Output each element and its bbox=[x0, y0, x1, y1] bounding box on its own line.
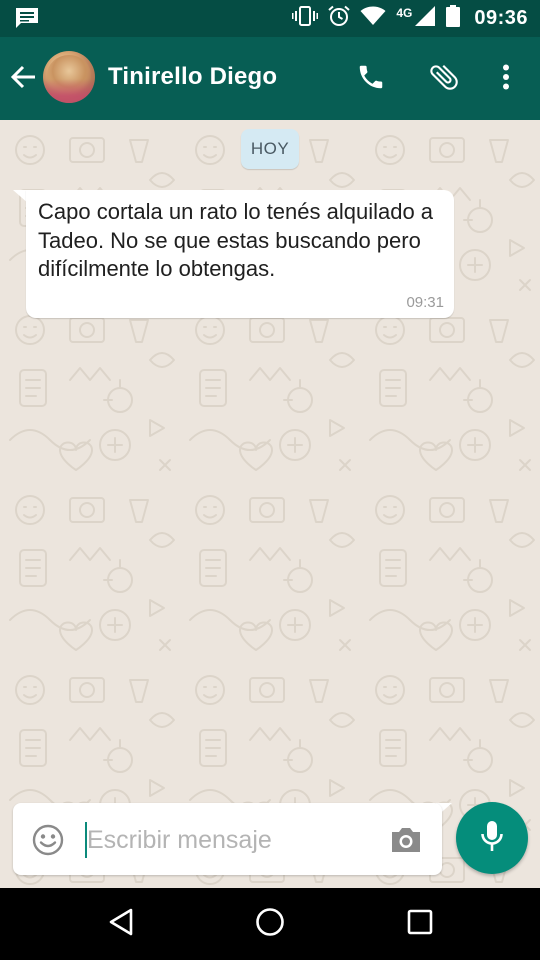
status-time: 09:36 bbox=[474, 7, 528, 29]
signal-icon bbox=[414, 5, 436, 32]
nav-recents-button[interactable] bbox=[400, 904, 440, 944]
camera-icon bbox=[389, 828, 423, 859]
nav-home-icon bbox=[254, 906, 286, 943]
battery-icon bbox=[446, 5, 461, 32]
call-button[interactable] bbox=[351, 59, 391, 99]
vibrate-icon bbox=[292, 5, 319, 32]
alarm-icon bbox=[328, 5, 350, 32]
chat-header: Tinirello Diego bbox=[0, 37, 540, 120]
mic-button[interactable] bbox=[456, 802, 528, 874]
nav-home-button[interactable] bbox=[250, 904, 290, 944]
emoji-icon bbox=[31, 824, 65, 861]
back-arrow-icon bbox=[10, 65, 37, 94]
incoming-message-bubble[interactable]: Capo cortala un rato lo tenés alquilado … bbox=[26, 190, 454, 318]
more-vert-icon bbox=[502, 64, 510, 95]
back-button[interactable] bbox=[8, 63, 40, 95]
phone-icon bbox=[356, 62, 386, 97]
paperclip-icon bbox=[427, 60, 461, 99]
network-type: 4G bbox=[396, 5, 413, 20]
nav-recents-icon bbox=[406, 908, 434, 941]
avatar[interactable] bbox=[43, 51, 95, 103]
message-text: Capo cortala un rato lo tenés alquilado … bbox=[38, 199, 434, 281]
system-icons: 4G 09:36 bbox=[292, 0, 528, 37]
chat-area[interactable]: HOY Capo cortala un rato lo tenés alquil… bbox=[0, 120, 540, 888]
system-nav-bar bbox=[0, 888, 540, 960]
nav-back-icon bbox=[107, 907, 135, 942]
notification-area bbox=[14, 6, 40, 35]
message-composer bbox=[13, 803, 442, 875]
contact-name[interactable]: Tinirello Diego bbox=[108, 63, 277, 91]
mic-icon bbox=[480, 819, 504, 858]
wifi-icon bbox=[360, 6, 386, 31]
message-time: 09:31 bbox=[406, 294, 444, 311]
message-notification-icon bbox=[14, 8, 40, 34]
status-bar: 4G 09:36 bbox=[0, 0, 540, 37]
avatar-photo-accent bbox=[43, 79, 95, 103]
date-chip: HOY bbox=[241, 129, 299, 169]
more-options-button[interactable] bbox=[486, 59, 526, 99]
message-input[interactable] bbox=[87, 821, 377, 859]
nav-back-button[interactable] bbox=[101, 904, 141, 944]
attach-button[interactable] bbox=[424, 59, 464, 99]
camera-button[interactable] bbox=[389, 825, 423, 855]
emoji-button[interactable] bbox=[31, 823, 65, 857]
